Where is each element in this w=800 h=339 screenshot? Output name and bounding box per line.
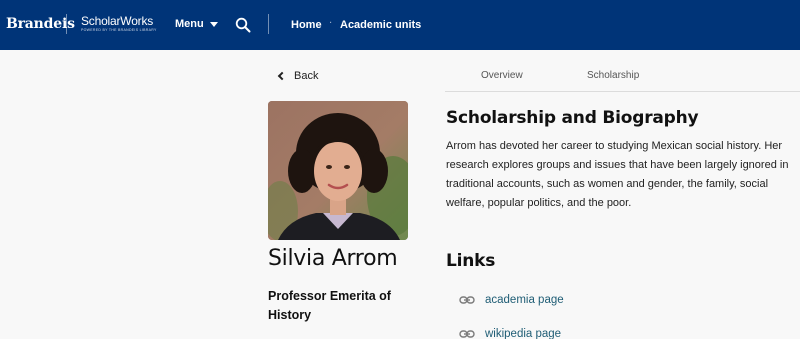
chevron-left-icon: [277, 71, 287, 81]
scholarworks-tagline: POWERED BY THE BRANDEIS LIBRARY: [81, 28, 157, 32]
portrait-photo-icon: [268, 101, 408, 240]
tab-overview[interactable]: Overview: [481, 70, 523, 81]
caret-down-icon: [209, 21, 218, 27]
person-title: Professor Emerita of History: [268, 289, 391, 322]
top-nav-bar: Brandeis ScholarWorks POWERED BY THE BRA…: [0, 0, 800, 50]
scholarship-heading: Scholarship and Biography: [446, 108, 699, 128]
link-icon: [459, 296, 475, 304]
breadcrumb-separator: ·: [329, 18, 333, 29]
brandeis-logo[interactable]: Brandeis: [6, 16, 75, 32]
link-academia[interactable]: academia page: [459, 294, 564, 306]
logo-divider: [66, 14, 67, 34]
tab-scholarship[interactable]: Scholarship: [587, 70, 639, 81]
menu-button[interactable]: Menu: [175, 18, 218, 30]
link-wikipedia-label[interactable]: wikipedia page: [485, 328, 561, 339]
biography-text: Arrom has devoted her career to studying…: [446, 140, 789, 209]
person-name: Silvia Arrom: [268, 246, 398, 271]
breadcrumb-academic-units[interactable]: Academic units: [340, 19, 421, 31]
link-academia-label[interactable]: academia page: [485, 294, 564, 306]
link-wikipedia[interactable]: wikipedia page: [459, 328, 561, 339]
links-heading: Links: [446, 251, 496, 271]
breadcrumb-home[interactable]: Home: [291, 19, 322, 31]
search-icon[interactable]: [235, 17, 251, 33]
scholarworks-logo[interactable]: ScholarWorks: [81, 14, 153, 28]
menu-label: Menu: [175, 18, 204, 30]
profile-photo: [268, 101, 408, 240]
back-link[interactable]: Back: [277, 70, 318, 82]
profile-tabs: Overview Scholarship: [445, 60, 800, 92]
back-label: Back: [294, 70, 319, 82]
nav-divider: [268, 14, 269, 34]
link-icon: [459, 330, 475, 338]
